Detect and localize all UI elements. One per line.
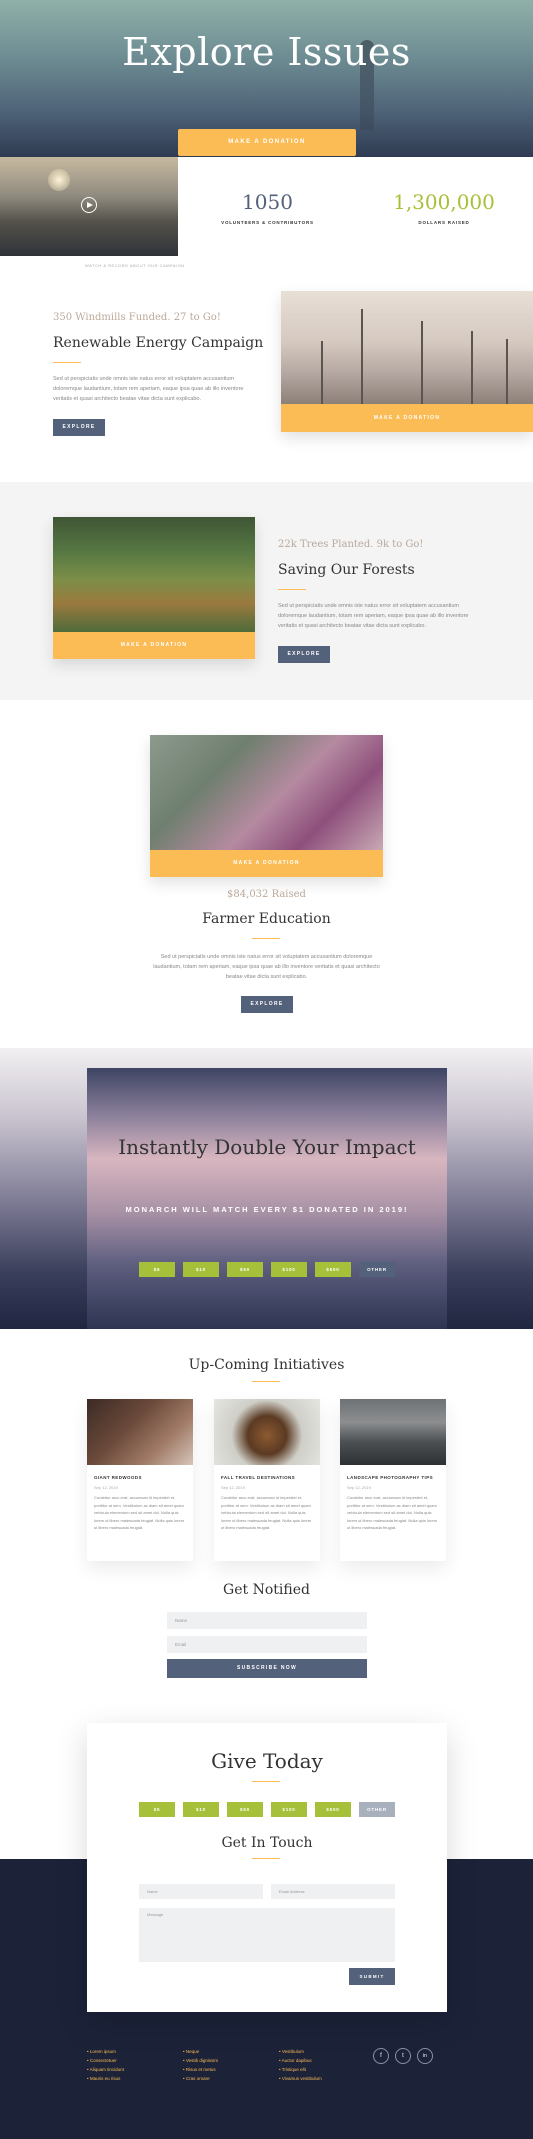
farmer-explore-button[interactable]: EXPLORE (241, 996, 293, 1013)
give-amount-5[interactable]: $5 (139, 1802, 175, 1817)
footer-link[interactable]: Cras ornare (183, 2076, 210, 2081)
impact-card (87, 1068, 447, 1329)
forests-donate-button[interactable]: MAKE A DONATION (53, 632, 255, 659)
notify-email-field[interactable]: Email (167, 1636, 367, 1653)
give-amount-500[interactable]: $500 (315, 1802, 351, 1817)
play-icon[interactable] (81, 197, 97, 213)
impact-title: Instantly Double Your Impact (118, 1135, 416, 1159)
forests-kicker: 22k Trees Planted. 9k to Go! (278, 539, 424, 550)
initiative-card[interactable]: FALL TRAVEL DESTINATIONS Sep 12, 2019 Cu… (214, 1399, 320, 1561)
give-divider (252, 1781, 280, 1782)
impact-amount-5[interactable]: $5 (139, 1262, 175, 1277)
give-amount-100[interactable]: $100 (271, 1802, 307, 1817)
stat-volunteers-value: 1050 (242, 190, 293, 214)
initiative-title[interactable]: GIANT REDWOODS (94, 1475, 142, 1480)
hero-title: Explore Issues (122, 30, 411, 74)
farmer-text: Sed ut perspiciatis unde omnis iste natu… (153, 954, 380, 980)
subscribe-button[interactable]: SUBSCRIBE NOW (167, 1659, 367, 1678)
footer-link[interactable]: Vivamus vestibulum (279, 2076, 322, 2081)
initiative-title[interactable]: FALL TRAVEL DESTINATIONS (221, 1475, 295, 1480)
forest-image (53, 517, 255, 632)
footer-link[interactable]: Vestib dignissim (183, 2058, 218, 2063)
farmer-divider (252, 938, 280, 939)
impact-amount-50[interactable]: $50 (227, 1262, 263, 1277)
beets-image (150, 735, 383, 850)
energy-title: Renewable Energy Campaign (53, 335, 264, 351)
farmer-kicker: $84,032 Raised (227, 889, 306, 900)
notify-title: Get Notified (223, 1582, 310, 1598)
initiative-date: Sep 12, 2019 (347, 1485, 371, 1490)
notify-name-field[interactable]: Name (167, 1612, 367, 1629)
footer-link[interactable]: Vestibulum (279, 2049, 304, 2054)
initiative-date: Sep 12, 2019 (94, 1485, 118, 1490)
page: Explore Issues MAKE A DONATION WATCH & R… (0, 0, 533, 2139)
impact-amount-10[interactable]: $10 (183, 1262, 219, 1277)
facebook-icon[interactable]: f (373, 2048, 389, 2064)
hero-donate-button[interactable]: MAKE A DONATION (178, 129, 356, 156)
initiative-date: Sep 12, 2019 (221, 1485, 245, 1490)
forests-image-card: MAKE A DONATION (53, 517, 255, 659)
farmer-image-card: MAKE A DONATION (150, 735, 383, 877)
impact-subtitle: MONARCH WILL MATCH EVERY $1 DONATED IN 2… (125, 1205, 409, 1214)
forests-explore-button[interactable]: EXPLORE (278, 646, 330, 663)
footer-link[interactable]: Risus et metus (183, 2067, 216, 2072)
give-amount-50[interactable]: $50 (227, 1802, 263, 1817)
video-caption: WATCH & RECORD ABOUT OUR CAMPAIGN (85, 263, 185, 268)
contact-divider (252, 1858, 280, 1859)
forests-text: Sed ut perspiciatis unde omnis iste natu… (278, 603, 469, 629)
twitter-icon[interactable]: t (395, 2048, 411, 2064)
video-thumbnail[interactable] (0, 157, 178, 256)
energy-explore-button[interactable]: EXPLORE (53, 419, 105, 436)
pinecone-image (214, 1399, 320, 1465)
footer-link[interactable]: Neque (183, 2049, 199, 2054)
forests-title: Saving Our Forests (278, 562, 415, 578)
impact-amount-500[interactable]: $500 (315, 1262, 351, 1277)
initiatives-title: Up-Coming Initiatives (188, 1357, 345, 1373)
give-amount-other[interactable]: OTHER (359, 1802, 395, 1817)
redwoods-image (87, 1399, 193, 1465)
energy-image-card: MAKE A DONATION (281, 291, 533, 432)
contact-name-field[interactable]: Name (139, 1884, 263, 1899)
energy-text: Sed ut perspiciatis unde omnis iste natu… (53, 376, 244, 402)
footer-link[interactable]: Mauris eu risus (87, 2076, 121, 2081)
contact-title: Get In Touch (221, 1835, 313, 1851)
linkedin-icon[interactable]: in (417, 2048, 433, 2064)
initiative-card[interactable]: LANDSCAPE PHOTOGRAPHY TIPS Sep 12, 2019 … (340, 1399, 446, 1561)
initiative-title[interactable]: LANDSCAPE PHOTOGRAPHY TIPS (347, 1475, 433, 1480)
forests-divider (278, 589, 306, 590)
stat-volunteers-label: VOLUNTEERS & CONTRIBUTORS (221, 220, 314, 225)
footer-link[interactable]: Auctor dapibus (279, 2058, 312, 2063)
initiative-text: Curabitur arcu erat, accumsan id imperdi… (94, 1495, 185, 1530)
initiatives-divider (252, 1381, 280, 1382)
energy-divider (53, 362, 81, 363)
initiative-text: Curabitur arcu erat, accumsan id imperdi… (347, 1495, 438, 1530)
wind-turbines-image (281, 291, 533, 404)
impact-amount-other[interactable]: OTHER (359, 1262, 395, 1277)
impact-amount-100[interactable]: $100 (271, 1262, 307, 1277)
give-amount-10[interactable]: $10 (183, 1802, 219, 1817)
submit-button[interactable]: SUBMIT (349, 1968, 395, 1985)
footer-link[interactable]: Consectetuer (87, 2058, 117, 2063)
give-title: Give Today (211, 1749, 323, 1773)
mountains-image (340, 1399, 446, 1465)
sun-glow (48, 169, 70, 191)
stat-dollars-value: 1,300,000 (393, 190, 495, 214)
energy-kicker: 350 Windmills Funded. 27 to Go! (53, 312, 221, 323)
energy-donate-button[interactable]: MAKE A DONATION (281, 404, 533, 432)
farmer-title: Farmer Education (202, 911, 331, 927)
footer-link[interactable]: Lorem ipsum (87, 2049, 116, 2054)
initiative-card[interactable]: GIANT REDWOODS Sep 12, 2019 Curabitur ar… (87, 1399, 193, 1561)
stat-dollars-label: DOLLARS RAISED (418, 220, 470, 225)
farmer-donate-button[interactable]: MAKE A DONATION (150, 850, 383, 877)
footer-link[interactable]: Tristique elit (279, 2067, 306, 2072)
initiative-text: Curabitur arcu erat, accumsan id imperdi… (221, 1495, 312, 1530)
contact-email-field[interactable]: Email Address (271, 1884, 395, 1899)
contact-message-field[interactable]: Message (139, 1908, 395, 1962)
footer-link[interactable]: Aliquam tincidunt (87, 2067, 124, 2072)
